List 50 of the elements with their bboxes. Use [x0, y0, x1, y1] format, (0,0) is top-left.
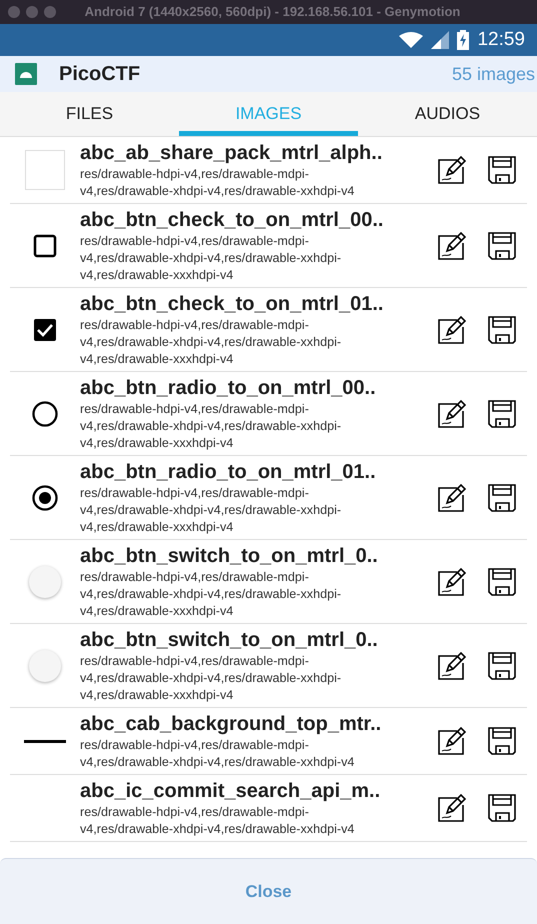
image-count: 55 images: [452, 62, 536, 86]
status-time: 12:59: [477, 28, 525, 52]
tab[interactable]: AUDIOS: [358, 92, 537, 136]
save-icon[interactable]: [487, 398, 517, 428]
edit-icon[interactable]: [437, 482, 467, 512]
save-icon[interactable]: [487, 566, 517, 596]
file-path: res/drawable-hdpi-v4,res/drawable-mdpi-v4,res/drawable-xhdpi-v4,res/drawable-xxhdpi-v4,res/drawable-xxxhdpi-v4: [80, 401, 342, 452]
edit-icon[interactable]: [437, 314, 467, 344]
file-name: abc_btn_switch_to_on_mtrl_0..: [80, 628, 379, 653]
app-title: PicoCTF: [59, 62, 140, 87]
line-icon: [24, 740, 66, 742]
save-icon[interactable]: [487, 482, 517, 512]
file-name: abc_ic_commit_search_api_m..: [80, 779, 382, 804]
switch-thumb-icon: [29, 566, 61, 598]
file-path: res/drawable-hdpi-v4,res/drawable-mdpi-v4,res/drawable-xhdpi-v4,res/drawable-xxhdpi-v4: [80, 737, 356, 771]
file-name: abc_btn_check_to_on_mtrl_00..: [80, 208, 384, 233]
edit-icon[interactable]: [437, 726, 467, 756]
file-path: res/drawable-hdpi-v4,res/drawable-mdpi-v4,res/drawable-xhdpi-v4,res/drawable-xxhdpi-v4,res/drawable-xxxhdpi-v4: [80, 569, 342, 620]
signal-icon: [431, 31, 450, 49]
save-icon[interactable]: [487, 650, 517, 680]
tab[interactable]: FILES: [0, 92, 179, 136]
file-path: res/drawable-hdpi-v4,res/drawable-mdpi-v4,res/drawable-xhdpi-v4,res/drawable-xxhdpi-v4: [80, 804, 356, 838]
android-icon: [15, 63, 37, 85]
file-name: abc_btn_check_to_on_mtrl_01..: [80, 292, 384, 317]
image-thumbnail: [25, 150, 65, 190]
file-path: res/drawable-hdpi-v4,res/drawable-mdpi-v4,res/drawable-xhdpi-v4,res/drawable-xxhdpi-v4,res/drawable-xxxhdpi-v4: [80, 653, 342, 704]
file-name: abc_btn_radio_to_on_mtrl_01..: [80, 460, 377, 485]
save-icon[interactable]: [487, 155, 517, 185]
save-icon[interactable]: [487, 230, 517, 260]
edit-icon[interactable]: [437, 793, 467, 823]
file-name: abc_ab_share_pack_mtrl_alph..: [80, 141, 384, 166]
edit-icon[interactable]: [437, 398, 467, 428]
file-name: abc_cab_background_top_mtr..: [80, 712, 382, 737]
file-name: abc_btn_switch_to_on_mtrl_0..: [80, 544, 379, 569]
window-title: Android 7 (1440x2560, 560dpi) - 192.168.56.101 - Genymotion: [84, 3, 460, 22]
battery-icon: [457, 30, 470, 50]
edit-icon[interactable]: [437, 566, 467, 596]
file-name: abc_btn_radio_to_on_mtrl_00..: [80, 376, 377, 401]
switch-thumb-icon: [29, 650, 61, 682]
wifi-icon: [399, 32, 424, 48]
save-icon[interactable]: [487, 793, 517, 823]
file-path: res/drawable-hdpi-v4,res/drawable-mdpi-v4,res/drawable-xhdpi-v4,res/drawable-xxhdpi-v4,res/drawable-xxxhdpi-v4: [80, 317, 342, 368]
edit-icon[interactable]: [437, 155, 467, 185]
edit-icon[interactable]: [437, 650, 467, 680]
file-path: res/drawable-hdpi-v4,res/drawable-mdpi-v4,res/drawable-xhdpi-v4,res/drawable-xxhdpi-v4,res/drawable-xxxhdpi-v4: [80, 233, 342, 284]
save-icon[interactable]: [487, 314, 517, 344]
save-icon[interactable]: [487, 726, 517, 756]
file-path: res/drawable-hdpi-v4,res/drawable-mdpi-v4,res/drawable-xhdpi-v4,res/drawable-xxhdpi-v4: [80, 166, 356, 200]
file-path: res/drawable-hdpi-v4,res/drawable-mdpi-v4,res/drawable-xhdpi-v4,res/drawable-xxhdpi-v4,res/drawable-xxxhdpi-v4: [80, 485, 342, 536]
edit-icon[interactable]: [437, 230, 467, 260]
